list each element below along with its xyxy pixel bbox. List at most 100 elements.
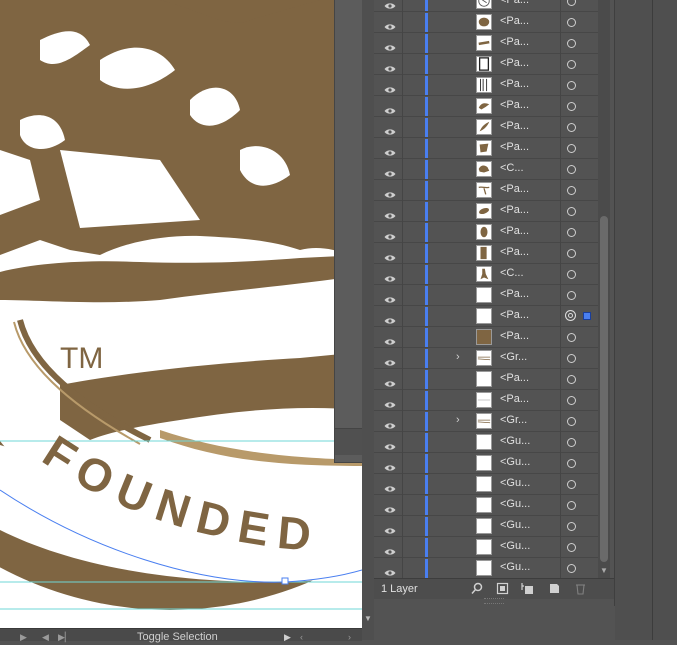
lock-toggle[interactable] — [402, 264, 403, 285]
layers-scrollbar[interactable]: ▼ — [598, 0, 610, 578]
layer-row[interactable]: <Pa... — [374, 243, 602, 264]
lock-toggle[interactable] — [402, 180, 403, 201]
visibility-eye-icon[interactable] — [384, 123, 396, 135]
lock-toggle[interactable] — [402, 306, 403, 327]
layer-row[interactable]: <Pa... — [374, 117, 602, 138]
layer-row[interactable]: <Gu... — [374, 495, 602, 516]
layer-row[interactable]: <Pa... — [374, 369, 602, 390]
panel-resize-grip[interactable] — [484, 598, 504, 604]
target-circle-icon[interactable] — [567, 60, 576, 69]
visibility-eye-icon[interactable] — [384, 0, 396, 9]
lock-toggle[interactable] — [402, 159, 403, 180]
lock-toggle[interactable] — [402, 369, 403, 390]
target-circle-icon[interactable] — [567, 417, 576, 426]
layer-name[interactable]: <Pa... — [500, 393, 529, 405]
layer-row[interactable]: › <Gr... — [374, 411, 602, 432]
layer-row[interactable]: <Pa... — [374, 12, 602, 33]
expand-chevron-icon[interactable]: › — [456, 414, 460, 426]
lock-toggle[interactable] — [402, 96, 403, 117]
target-circle-icon[interactable] — [567, 39, 576, 48]
delete-layer-icon[interactable] — [574, 582, 587, 595]
layer-name[interactable]: <Gu... — [500, 435, 530, 447]
lock-toggle[interactable] — [402, 12, 403, 33]
play-icon[interactable]: ▶ — [20, 629, 27, 645]
layer-name[interactable]: <Pa... — [500, 246, 529, 258]
target-circle-icon[interactable] — [567, 165, 576, 174]
layer-row[interactable]: <Gu... — [374, 474, 602, 495]
layer-name[interactable]: <Gu... — [500, 477, 530, 489]
visibility-eye-icon[interactable] — [384, 60, 396, 72]
target-circle-icon[interactable] — [567, 564, 576, 573]
expand-chevron-icon[interactable]: › — [456, 351, 460, 363]
layer-row[interactable]: <Pa... — [374, 201, 602, 222]
target-circle-icon[interactable] — [567, 333, 576, 342]
target-circle-icon[interactable] — [567, 291, 576, 300]
scroll-left-icon[interactable]: ‹ — [300, 629, 303, 645]
layer-name[interactable]: <Pa... — [500, 57, 529, 69]
visibility-eye-icon[interactable] — [384, 102, 396, 114]
visibility-eye-icon[interactable] — [384, 312, 396, 324]
layer-name[interactable]: <Pa... — [500, 183, 529, 195]
layer-row[interactable]: › <Gr... — [374, 348, 602, 369]
lock-toggle[interactable] — [402, 33, 403, 54]
lock-toggle[interactable] — [402, 201, 403, 222]
visibility-eye-icon[interactable] — [384, 144, 396, 156]
artboard-canvas[interactable]: TM FOUNDED — [0, 0, 362, 628]
lock-toggle[interactable] — [402, 474, 403, 495]
visibility-eye-icon[interactable] — [384, 396, 396, 408]
scrollbar-thumb[interactable] — [600, 216, 608, 562]
status-menu-arrow-icon[interactable]: ▶ — [284, 629, 291, 645]
visibility-eye-icon[interactable] — [384, 480, 396, 492]
scroll-right-icon[interactable]: › — [348, 629, 351, 645]
layer-row[interactable]: <Gu... — [374, 537, 602, 558]
target-circle-icon[interactable] — [567, 228, 576, 237]
lock-toggle[interactable] — [402, 390, 403, 411]
layer-name[interactable]: <Gu... — [500, 540, 530, 552]
layer-row[interactable]: <Gu... — [374, 558, 602, 579]
visibility-eye-icon[interactable] — [384, 18, 396, 30]
lock-toggle[interactable] — [402, 243, 403, 264]
target-circle-icon[interactable] — [567, 501, 576, 510]
target-circle-icon[interactable] — [567, 18, 576, 27]
layer-name[interactable]: <Gr... — [500, 351, 527, 363]
visibility-eye-icon[interactable] — [384, 501, 396, 513]
layer-row[interactable]: <Pa... — [374, 180, 602, 201]
target-circle-icon[interactable] — [567, 396, 576, 405]
layer-name[interactable]: <Pa... — [500, 141, 529, 153]
lock-toggle[interactable] — [402, 75, 403, 96]
previous-icon[interactable]: ◀ — [42, 629, 49, 645]
target-circle-icon[interactable] — [567, 0, 576, 6]
lock-toggle[interactable] — [402, 54, 403, 75]
layer-row[interactable]: <Pa... — [374, 75, 602, 96]
layer-row[interactable]: <Gu... — [374, 516, 602, 537]
target-circle-icon[interactable] — [567, 207, 576, 216]
target-circle-icon[interactable] — [567, 270, 576, 279]
target-circle-icon[interactable] — [567, 543, 576, 552]
lock-toggle[interactable] — [402, 495, 403, 516]
lock-toggle[interactable] — [402, 285, 403, 306]
create-sublayer-icon[interactable] — [521, 582, 534, 595]
layer-name[interactable]: <Pa... — [500, 288, 529, 300]
lock-toggle[interactable] — [402, 411, 403, 432]
layer-row[interactable]: <C... — [374, 264, 602, 285]
visibility-eye-icon[interactable] — [384, 459, 396, 471]
visibility-eye-icon[interactable] — [384, 564, 396, 576]
scroll-down-icon[interactable]: ▼ — [600, 566, 608, 575]
visibility-eye-icon[interactable] — [384, 333, 396, 345]
visibility-eye-icon[interactable] — [384, 375, 396, 387]
layer-name[interactable]: <Gu... — [500, 561, 530, 573]
target-circle-icon[interactable] — [567, 186, 576, 195]
layer-name[interactable]: <Pa... — [500, 372, 529, 384]
layer-row[interactable]: <Pa... — [374, 327, 602, 348]
target-circle-icon[interactable] — [567, 123, 576, 132]
layer-name[interactable]: <Pa... — [500, 225, 529, 237]
visibility-eye-icon[interactable] — [384, 228, 396, 240]
layer-row[interactable]: <Pa... — [374, 54, 602, 75]
layer-name[interactable]: <C... — [500, 162, 524, 174]
layer-row[interactable]: <Pa... — [374, 285, 602, 306]
lock-toggle[interactable] — [402, 327, 403, 348]
lock-toggle[interactable] — [402, 432, 403, 453]
layer-row[interactable]: <Pa... — [374, 0, 602, 12]
target-circle-icon[interactable] — [567, 102, 576, 111]
visibility-eye-icon[interactable] — [384, 354, 396, 366]
